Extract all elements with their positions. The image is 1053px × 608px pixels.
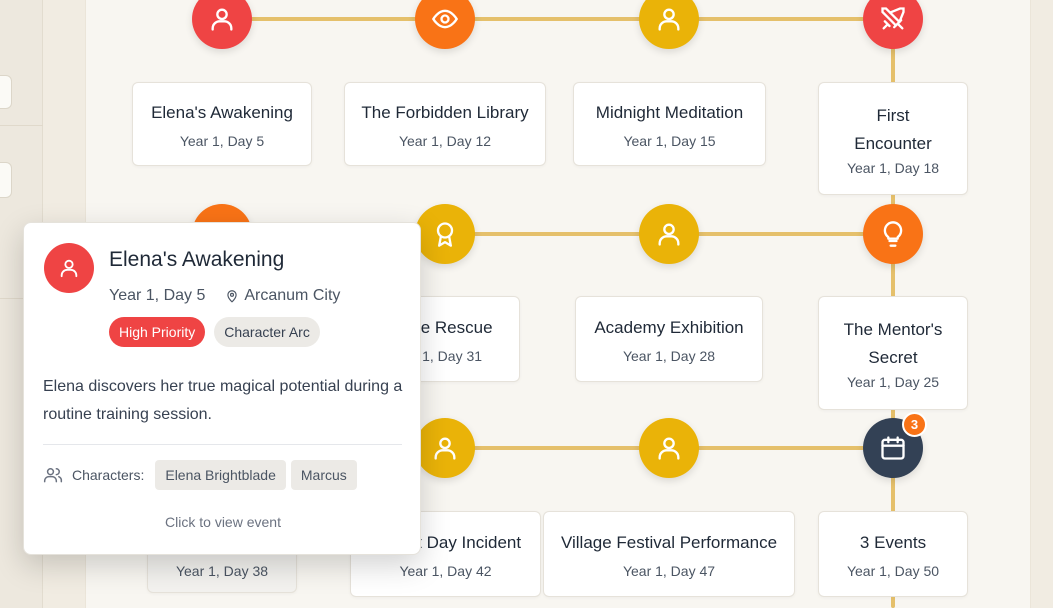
event-node[interactable]: [415, 204, 475, 264]
event-group-node[interactable]: 3: [863, 412, 927, 478]
event-date: Year 1, Day 38: [175, 562, 269, 579]
event-title: First Encounter: [854, 105, 932, 153]
event-card[interactable]: The Mentor's Secret Year 1, Day 25: [818, 296, 968, 410]
event-date: Year 1, Day 12: [398, 133, 492, 149]
user-icon: [434, 437, 456, 460]
event-title: Village Festival Performance: [560, 533, 778, 552]
event-node[interactable]: [863, 204, 923, 264]
user-icon: [658, 8, 680, 31]
character-chip[interactable]: Marcus: [290, 460, 357, 490]
event-node[interactable]: [639, 204, 699, 264]
user-icon: [60, 259, 78, 278]
event-node[interactable]: [415, 418, 475, 478]
event-card[interactable]: 3 Events Year 1, Day 50: [818, 511, 968, 597]
lightbulb-icon: [883, 221, 903, 247]
sidebar-collapsed-item[interactable]: [0, 75, 12, 109]
popup-meta: Year 1, Day 5 Arcanum City: [109, 287, 340, 305]
popup-location-text: Arcanum City: [244, 287, 341, 304]
user-icon: [658, 437, 680, 460]
event-date: Year 1, Day 28: [622, 348, 716, 364]
event-card[interactable]: Midnight Meditation Year 1, Day 15: [573, 82, 766, 166]
popup-characters: Characters: Elena Brightblade Marcus: [43, 460, 362, 490]
timeline-connector: [222, 17, 893, 21]
event-title: The Mentor's Secret: [843, 320, 943, 367]
crossed-swords-icon: [881, 7, 905, 30]
event-card[interactable]: The Forbidden Library Year 1, Day 12: [344, 82, 546, 166]
sidebar-divider: [0, 125, 43, 126]
event-card[interactable]: Village Festival Performance Year 1, Day…: [543, 511, 795, 597]
popup-tags: High Priority Character Arc: [109, 317, 320, 347]
event-date: Year 1, Day 50: [846, 563, 940, 579]
popup-description: Elena discovers her true magical potenti…: [43, 378, 403, 423]
popup-date: Year 1, Day 5: [109, 287, 206, 304]
event-title: Midnight Meditation: [595, 103, 744, 122]
popup-title: Elena's Awakening: [109, 248, 285, 271]
calendar-icon: [881, 436, 905, 460]
event-date: Year 1, Day 5: [179, 133, 265, 149]
event-avatar: [44, 243, 94, 293]
event-date: Year 1, Day 15: [623, 133, 716, 149]
popup-footer-hint: Click to view event: [165, 514, 281, 530]
event-date: Year 1, Day 47: [622, 563, 716, 579]
user-icon: [658, 223, 680, 246]
event-title: The Forbidden Library: [361, 103, 529, 122]
right-gutter: [1031, 0, 1053, 608]
type-tag: Character Arc: [214, 317, 320, 347]
sidebar-collapsed-input[interactable]: [0, 162, 12, 198]
popup-divider: [43, 444, 402, 445]
event-card[interactable]: Elena's Awakening Year 1, Day 5: [132, 82, 312, 166]
event-title: 3 Events: [859, 533, 927, 552]
event-preview-popup[interactable]: Elena's Awakening Year 1, Day 5 Arcanum …: [23, 222, 421, 555]
event-title: Elena's Awakening: [151, 103, 293, 122]
event-date: Year 1, Day 25: [846, 374, 940, 390]
popup-location: Arcanum City: [225, 287, 340, 305]
event-card[interactable]: First Encounter Year 1, Day 18: [818, 82, 968, 195]
event-node[interactable]: [639, 418, 699, 478]
eye-icon: [431, 9, 459, 29]
event-date: Year 1, Day 42: [399, 563, 492, 579]
event-date: Year 1, Day 18: [846, 159, 940, 176]
user-icon: [211, 8, 233, 31]
characters-label: Characters:: [72, 467, 145, 483]
award-icon: [436, 222, 454, 247]
event-count-badge: 3: [902, 412, 927, 437]
character-chip[interactable]: Elena Brightblade: [155, 460, 286, 490]
map-pin-icon: [227, 290, 238, 303]
event-card[interactable]: Academy Exhibition Year 1, Day 28: [575, 296, 763, 382]
event-title: Academy Exhibition: [594, 318, 744, 337]
users-icon: [43, 468, 63, 483]
priority-tag: High Priority: [109, 317, 206, 347]
